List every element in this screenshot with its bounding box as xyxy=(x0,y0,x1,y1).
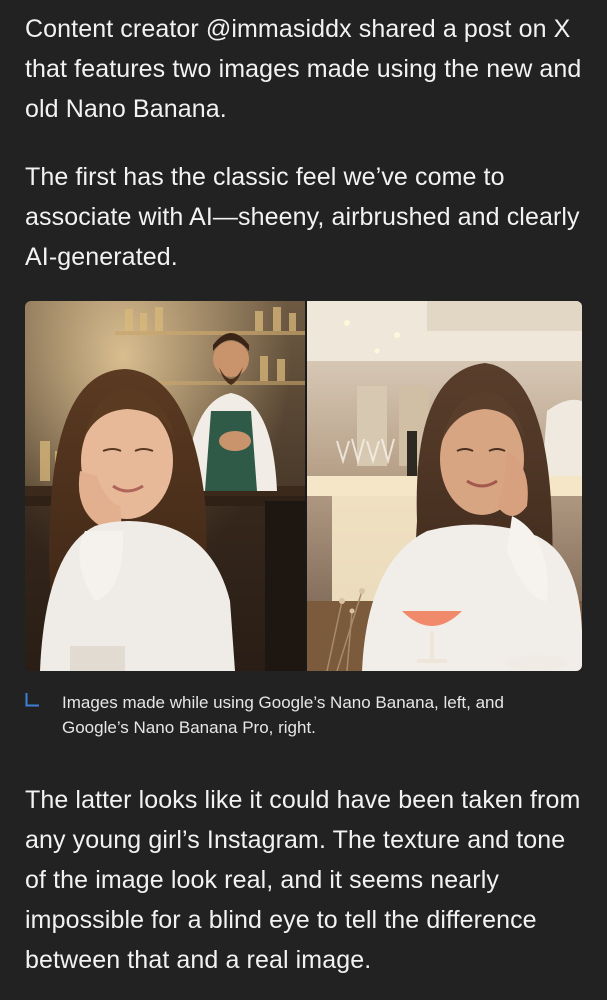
article-paragraph-3: The latter looks like it could have been… xyxy=(25,786,581,974)
nano-banana-pro-photo xyxy=(307,301,582,671)
nano-banana-pro-image[interactable] xyxy=(307,301,582,671)
article-paragraph-1: Content creator @immasiddx shared a post… xyxy=(25,15,582,123)
caption-corner-icon xyxy=(25,693,39,707)
nano-banana-photo xyxy=(25,301,305,671)
article-paragraph-2: The first has the classic feel we’ve com… xyxy=(25,163,580,271)
figure-caption-text: Images made while using Google’s Nano Ba… xyxy=(62,693,504,737)
nano-banana-image[interactable] xyxy=(25,301,305,671)
article-image-comparison[interactable] xyxy=(25,301,582,671)
